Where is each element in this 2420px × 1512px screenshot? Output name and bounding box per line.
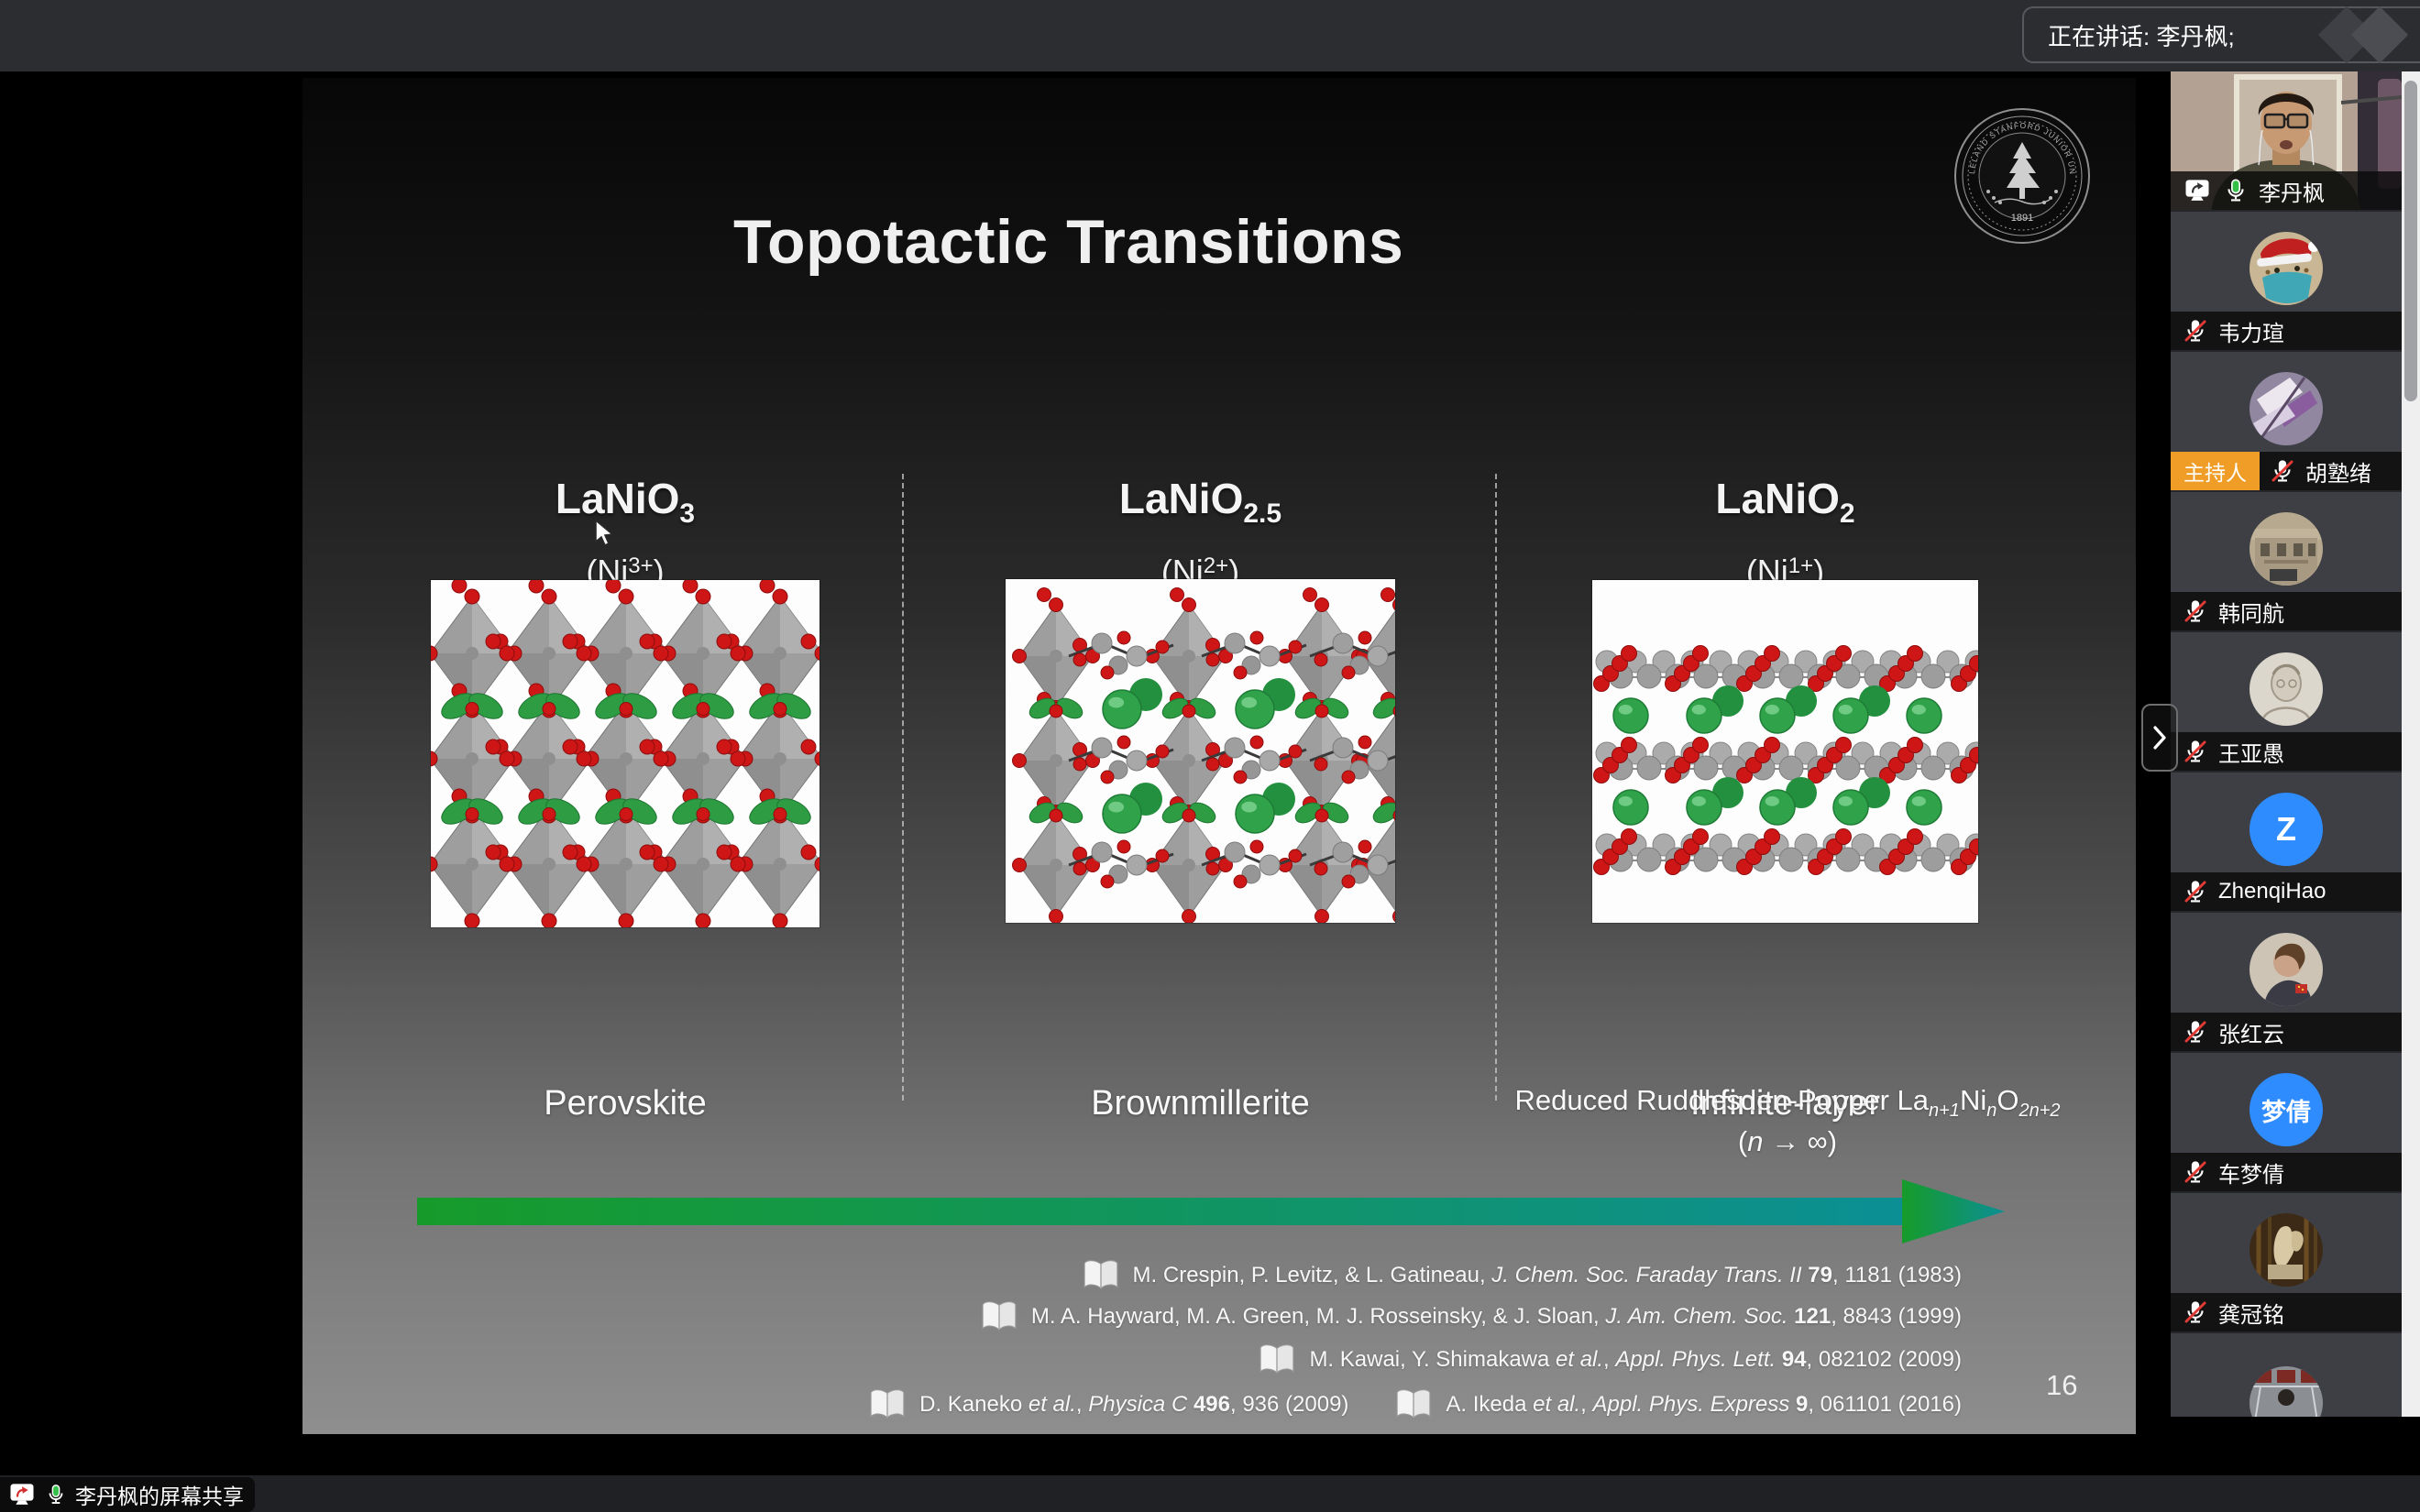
column-separator [902,474,904,1101]
participant-name: 车梦倩 [2218,1156,2284,1189]
mic-muted-icon [2182,1298,2209,1326]
participant-name: ZhenqiHao [2218,879,2326,904]
avatar [2250,512,2323,586]
host-badge: 主持人 [2171,452,2260,490]
reference-1: M. Crespin, P. Levitz, & L. Gatineau, J.… [1082,1257,1962,1294]
participant-tile-partial[interactable] [2171,1333,2402,1417]
participants-panel: 李丹枫 韦力瑄 [2171,71,2402,1417]
book-icon [1394,1388,1433,1421]
participants-scrollbar-thumb[interactable] [2404,81,2417,401]
participant-name-bar: 龚冠铭 [2171,1293,2402,1331]
bottom-bar [0,1475,2420,1512]
label-brownmillerite: Brownmillerite [1006,1084,1395,1130]
mic-muted-icon [2269,457,2296,485]
participant-name: 龚冠铭 [2218,1297,2284,1329]
formula-lanio3: LaNiO3 [431,474,820,532]
mic-muted-icon [2182,1018,2209,1046]
participant-name-bar: 张红云 [2171,1013,2402,1051]
collapse-panel-button[interactable] [2141,704,2178,772]
chevron-right-icon [2150,724,2170,751]
screen-share-status-pill[interactable]: 李丹枫的屏幕共享 [0,1477,255,1512]
brownmillerite-structure-image [1006,579,1395,923]
participant-name-bar: ZhenqiHao [2171,872,2402,911]
mic-muted-icon [2182,317,2209,345]
reference-text: M. Crespin, P. Levitz, & L. Gatineau, J.… [1133,1263,1962,1288]
top-bar: 正在讲话: 李丹枫; [0,0,2420,71]
participant-name: 王亚愚 [2218,736,2284,768]
shared-screen-slide: Topotactic Transitions LELAND STANFORD J… [302,78,2136,1434]
participant-name-bar: 车梦倩 [2171,1153,2402,1191]
participant-name-bar: 韦力瑄 [2171,312,2402,350]
label-perovskite: Perovskite [431,1084,820,1130]
participant-tile-weilixuan[interactable]: 韦力瑄 [2171,212,2402,352]
participant-name: 韩同航 [2218,596,2284,628]
participant-name-bar: 李丹枫 [2171,171,2402,210]
avatar [2250,372,2323,445]
participant-name-bar: 王亚愚 [2171,732,2402,771]
reference-text: M. A. Hayward, M. A. Green, M. J. Rossei… [1031,1304,1962,1330]
mic-muted-icon [2182,878,2209,905]
mic-muted-icon [2182,1158,2209,1186]
participant-name: 韦力瑄 [2218,315,2284,347]
avatar [2250,232,2323,305]
participant-tile-lidanfeng[interactable]: 李丹枫 [2171,71,2402,212]
participant-tile-wangyayu[interactable]: 王亚愚 [2171,632,2402,772]
avatar [2250,933,2323,1006]
screen-share-icon [7,1481,37,1508]
book-icon [868,1388,907,1421]
reference-3: M. Kawai, Y. Shimakawa et al., Appl. Phy… [1258,1342,1962,1378]
infinite-layer-structure-image [1592,580,1978,923]
book-icon [1258,1343,1296,1376]
participant-name: 张红云 [2218,1016,2284,1048]
ruddlesden-popper-limit: (n → ∞) [1485,1125,2090,1158]
reference-4: D. Kaneko et al., Physica C 496, 936 (20… [868,1386,1962,1423]
participant-tile-gongguanming[interactable]: 龚冠铭 [2171,1193,2402,1333]
reference-text: M. Kawai, Y. Shimakawa et al., Appl. Phy… [1309,1347,1962,1373]
slide-title: Topotactic Transitions [733,206,1403,278]
participant-name-bar: 韩同航 [2171,592,2402,630]
active-speaker-label: 正在讲话: 李丹枫; [2048,18,2235,52]
formula-lanio2: LaNiO2 [1592,474,1978,532]
mic-muted-icon [2182,738,2209,765]
participant-name: 李丹枫 [2259,175,2325,207]
participant-name-bar: 主持人 胡塾绪 [2171,452,2402,490]
stanford-seal-logo: LELAND STANFORD JUNIOR UNIVERSITY 1891 [1953,107,2091,245]
screen-share-icon [2182,177,2213,204]
participant-tile-chemengqian[interactable]: 梦倩 车梦倩 [2171,1053,2402,1193]
avatar [2250,1213,2323,1287]
mouse-cursor [592,519,620,548]
avatar-letter: 梦倩 [2250,1073,2323,1146]
perovskite-structure-image [431,580,820,927]
share-status-label: 李丹枫的屏幕共享 [75,1479,244,1510]
avatar [2250,652,2323,726]
mic-muted-icon [2182,597,2209,625]
slide-page-number: 16 [2046,1369,2077,1402]
column-separator [1495,474,1497,1101]
transition-arrow [412,1173,2008,1250]
avatar-letter: Z [2250,793,2323,866]
participant-tile-zhenqihao[interactable]: Z ZhenqiHao [2171,772,2402,913]
avatar [2250,1366,2323,1417]
mic-active-icon [44,1482,68,1507]
ruddlesden-popper-formula: Reduced Ruddlesden-Popper Lan+1NinO2n+2 [1485,1084,2090,1117]
seal-year: 1891 [2011,213,2033,224]
participant-tile-hushuxu[interactable]: 主持人 胡塾绪 [2171,352,2402,492]
book-icon [1082,1259,1120,1292]
reference-text: A. Ikeda et al., Appl. Phys. Express 9, … [1446,1392,1962,1418]
book-icon [980,1300,1018,1333]
participant-tile-hantonghang[interactable]: 韩同航 [2171,492,2402,632]
reference-2: M. A. Hayward, M. A. Green, M. J. Rossei… [980,1298,1962,1335]
reference-text: D. Kaneko et al., Physica C 496, 936 (20… [919,1392,1348,1418]
formula-lanio25: LaNiO2.5 [1006,474,1395,532]
participant-tile-zhanghongyun[interactable]: 张红云 [2171,913,2402,1053]
participant-name: 胡塾绪 [2305,455,2371,488]
mic-active-icon [2222,177,2250,204]
zoom-meeting-window: 正在讲话: 李丹枫; Topotactic Transitions LELAND… [0,0,2420,1512]
